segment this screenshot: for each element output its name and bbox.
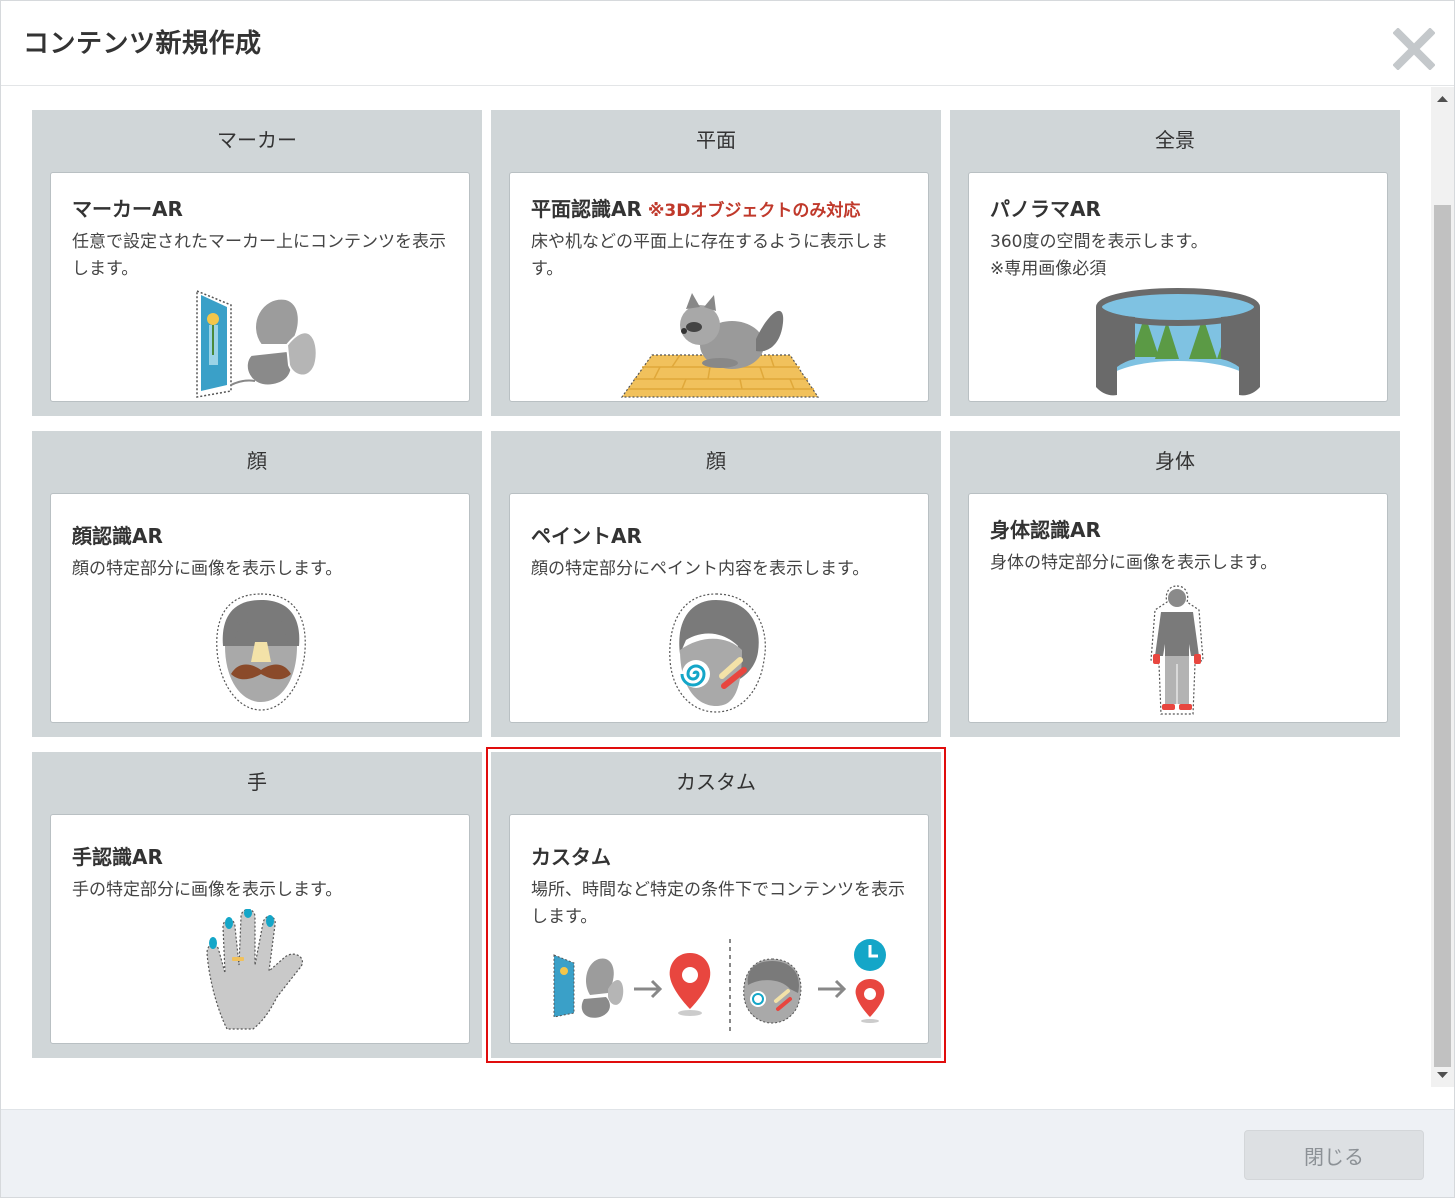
body-figure-icon: [1150, 585, 1204, 715]
category-title: 身体: [1155, 449, 1195, 473]
face-mustache-icon: [216, 593, 306, 711]
close-button[interactable]: 閉じる: [1244, 1130, 1424, 1180]
category-title: カスタム: [676, 770, 756, 794]
card-description: 場所、時間など特定の条件下でコンテンツを表示します。: [531, 880, 905, 927]
card-body-ar[interactable]: 身体認識AR 身体の特定部分に画像を表示します。: [968, 493, 1388, 723]
card-title: パノラマAR: [990, 197, 1101, 221]
card-note: ※3Dオブジェクトのみ対応: [647, 201, 861, 221]
card-title: マーカーAR: [72, 197, 183, 221]
card-custom[interactable]: カスタム 場所、時間など特定の条件下でコンテンツを表示します。: [509, 814, 929, 1044]
category-paint: 顔 ペイントAR 顔の特定部分にペイント内容を表示します。: [491, 431, 941, 737]
category-title: 手: [247, 770, 267, 794]
card-description: 床や机などの平面上に存在するように表示します。: [531, 232, 888, 279]
card-description: 360度の空間を表示します。: [990, 232, 1208, 252]
dialog-title: コンテンツ新規作成: [23, 29, 262, 59]
card-title: カスタム: [531, 845, 611, 869]
close-icon[interactable]: [1393, 28, 1435, 70]
card-description-note: ※専用画像必須: [990, 259, 1107, 279]
dialog-footer: 閉じる: [1, 1109, 1454, 1197]
dialog-header: コンテンツ新規作成: [1, 1, 1454, 86]
card-title: 手認識AR: [72, 845, 163, 869]
category-title: 全景: [1155, 128, 1195, 152]
panorama-cylinder-icon: [1096, 288, 1260, 396]
card-title: 顔認識AR: [72, 524, 163, 548]
category-title: マーカー: [217, 128, 297, 152]
card-hand-ar[interactable]: 手認識AR 手の特定部分に画像を表示します。: [50, 814, 470, 1044]
card-description: 任意で設定されたマーカー上にコンテンツを表示します。: [72, 232, 446, 279]
card-title-row: 平面認識AR ※3Dオブジェクトのみ対応: [531, 193, 860, 222]
category-title: 顔: [247, 449, 267, 473]
card-paint-ar[interactable]: ペイントAR 顔の特定部分にペイント内容を表示します。: [509, 493, 929, 723]
card-description: 顔の特定部分に画像を表示します。: [72, 559, 343, 579]
category-title: 顔: [706, 449, 726, 473]
category-title: 平面: [696, 128, 736, 152]
category-body: 身体 身体認識AR 身体の特定部分に画像を表示します。: [950, 431, 1400, 737]
hand-icon: [206, 909, 304, 1030]
card-face-ar[interactable]: 顔認識AR 顔の特定部分に画像を表示します。: [50, 493, 470, 723]
raccoon-on-floor-icon: [620, 293, 820, 398]
content-create-dialog: コンテンツ新規作成 マーカー マーカーAR 任意で設定されたマーカー上にコンテン…: [0, 0, 1455, 1198]
scroll-down-arrow-icon[interactable]: [1431, 1067, 1454, 1083]
category-marker: マーカー マーカーAR 任意で設定されたマーカー上にコンテンツを表示します。: [32, 110, 482, 416]
category-hand: 手 手認識AR 手の特定部分に画像を表示します。: [32, 752, 482, 1058]
scroll-thumb[interactable]: [1434, 205, 1451, 1067]
scroll-up-arrow-icon[interactable]: [1431, 91, 1454, 107]
card-title: ペイントAR: [531, 524, 642, 548]
dialog-body: マーカー マーカーAR 任意で設定されたマーカー上にコンテンツを表示します。 平…: [1, 87, 1454, 1109]
custom-conditions-icon: [553, 939, 886, 1035]
face-paint-icon: [669, 593, 766, 713]
card-marker-ar[interactable]: マーカーAR 任意で設定されたマーカー上にコンテンツを表示します。: [50, 172, 470, 402]
card-description: 身体の特定部分に画像を表示します。: [990, 553, 1278, 573]
card-title: 身体認識AR: [990, 518, 1101, 542]
vertical-scrollbar[interactable]: [1431, 87, 1454, 1087]
card-description: 顔の特定部分にペイント内容を表示します。: [531, 559, 870, 579]
category-plane: 平面 平面認識AR ※3Dオブジェクトのみ対応 床や机などの平面上に存在するように…: [491, 110, 941, 416]
card-panorama-ar[interactable]: パノラマAR 360度の空間を表示します。 ※専用画像必須: [968, 172, 1388, 402]
marker-butterfly-icon: [196, 289, 318, 398]
card-description: 手の特定部分に画像を表示します。: [72, 880, 343, 900]
category-face: 顔 顔認識AR 顔の特定部分に画像を表示します。: [32, 431, 482, 737]
card-title: 平面認識AR: [531, 197, 642, 221]
card-plane-ar[interactable]: 平面認識AR ※3Dオブジェクトのみ対応 床や机などの平面上に存在するように表示し…: [509, 172, 929, 402]
category-panorama: 全景 パノラマAR 360度の空間を表示します。 ※専用画像必須: [950, 110, 1400, 416]
category-custom: カスタム カスタム 場所、時間など特定の条件下でコンテンツを表示します。: [486, 747, 946, 1063]
